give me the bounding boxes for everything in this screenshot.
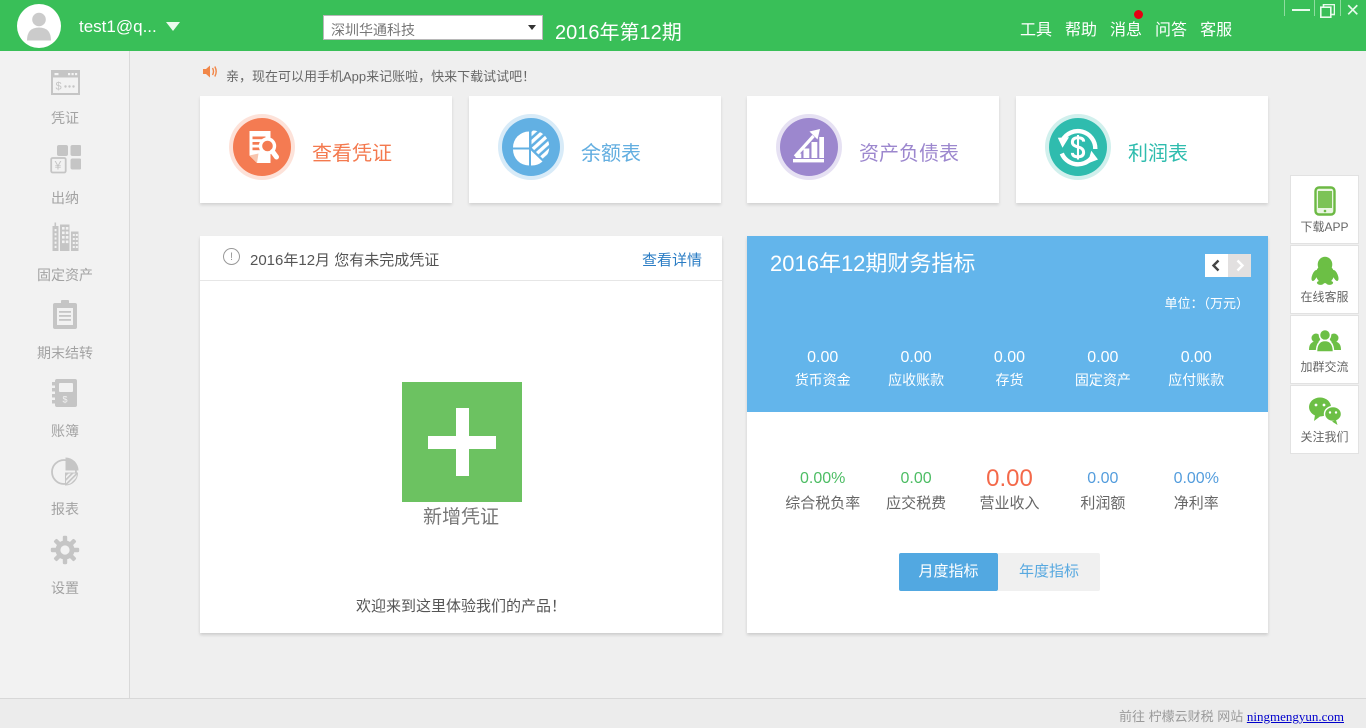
svg-text:$: $ (55, 81, 61, 93)
svg-text:¥: ¥ (53, 159, 61, 173)
svg-text:$: $ (63, 395, 68, 405)
